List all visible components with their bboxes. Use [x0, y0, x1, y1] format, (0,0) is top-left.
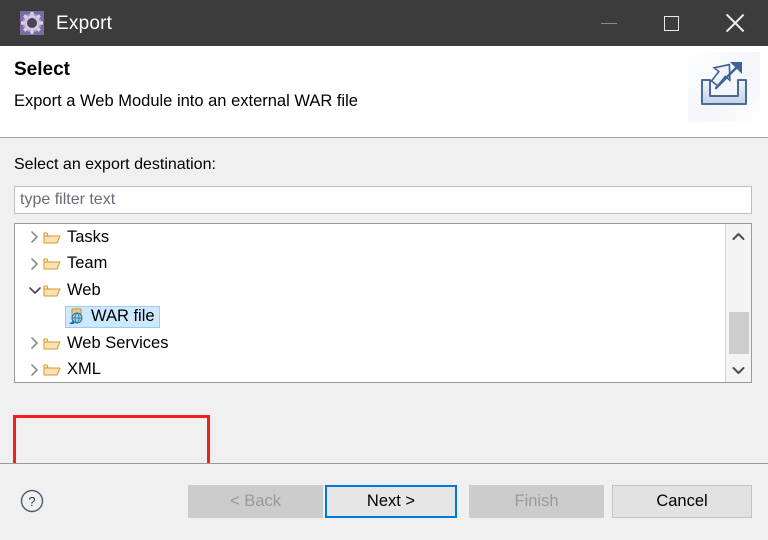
filter-input[interactable] [14, 186, 752, 214]
wizard-body: Select an export destination: Tasks [0, 138, 768, 473]
scrollbar-thumb[interactable] [729, 312, 749, 354]
tree-item-selected-chip[interactable]: WAR file [65, 305, 160, 328]
back-button[interactable]: < Back [188, 485, 323, 518]
title-bar: Export [0, 0, 768, 46]
chevron-right-icon[interactable] [26, 363, 43, 376]
tree-item-label: Tasks [67, 227, 110, 246]
tree-item-war-file[interactable]: WAR file [15, 304, 725, 331]
chevron-right-icon[interactable] [26, 337, 43, 350]
export-wizard-gear-icon [20, 11, 44, 35]
page-description: Export a Web Module into an external WAR… [14, 92, 358, 110]
tree-rows: Tasks Team Web WAR file Web Services XML [15, 224, 725, 382]
export-wizard-dialog: Export Select Export a Web Module into a… [0, 0, 768, 540]
export-banner-icon [688, 52, 760, 122]
svg-text:?: ? [28, 494, 35, 509]
tree-item-label: Team [67, 254, 108, 273]
tree-item-web-services[interactable]: Web Services [15, 330, 725, 357]
window-title: Export [56, 12, 113, 34]
tree-vertical-scrollbar[interactable] [725, 224, 751, 382]
next-button[interactable]: Next > [325, 485, 457, 518]
wizard-footer: ? < Back Next > Finish Cancel [0, 463, 768, 540]
folder-open-icon [43, 283, 61, 298]
export-destination-tree[interactable]: Tasks Team Web WAR file Web Services XML [14, 223, 752, 383]
chevron-right-icon[interactable] [26, 257, 43, 270]
maximize-button[interactable] [640, 0, 702, 46]
tree-item-team[interactable]: Team [15, 251, 725, 278]
window-controls [578, 0, 768, 46]
minimize-icon [601, 22, 617, 24]
chevron-down-icon[interactable] [26, 286, 43, 295]
cancel-button[interactable]: Cancel [612, 485, 752, 518]
scroll-down-button[interactable] [726, 358, 751, 382]
tree-item-tasks[interactable]: Tasks [15, 224, 725, 251]
scroll-up-button[interactable] [726, 224, 751, 248]
tree-item-label: Web Services [67, 333, 169, 352]
folder-icon [43, 230, 61, 245]
minimize-button[interactable] [578, 0, 640, 46]
folder-icon [43, 362, 61, 377]
tree-item-label: XML [67, 360, 101, 379]
close-button[interactable] [702, 0, 768, 46]
chevron-right-icon[interactable] [26, 231, 43, 244]
close-icon [726, 14, 744, 32]
tree-item-label: WAR file [91, 307, 155, 326]
help-button[interactable]: ? [20, 489, 44, 513]
tree-item-label: Web [67, 280, 101, 299]
maximize-icon [663, 15, 679, 31]
war-file-icon [68, 308, 86, 325]
folder-icon [43, 256, 61, 271]
tree-item-xml[interactable]: XML [15, 357, 725, 383]
page-title: Select [14, 59, 70, 80]
destination-label: Select an export destination: [14, 156, 216, 173]
wizard-header: Select Export a Web Module into an exter… [0, 46, 768, 138]
finish-button[interactable]: Finish [469, 485, 604, 518]
tree-item-web[interactable]: Web [15, 277, 725, 304]
folder-icon [43, 336, 61, 351]
